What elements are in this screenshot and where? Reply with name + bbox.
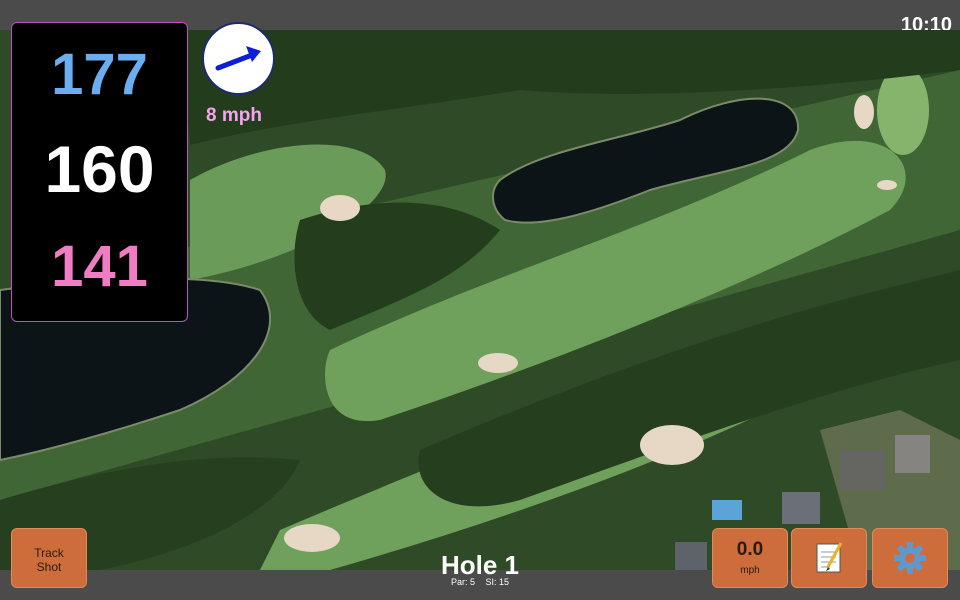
yardage-panel: 177 160 141 [11,22,188,322]
track-shot-label-line2: Shot [36,560,62,574]
speed-unit: mph [740,565,760,576]
front-yardage: 141 [51,234,148,299]
notes-button[interactable] [791,528,867,588]
par-label: Par: 5 [450,577,475,587]
notepad-icon [816,542,843,573]
speed-button[interactable]: 0.0 mph [712,528,788,588]
hole-info: Par: 5 SI: 15 [380,577,580,587]
track-shot-button[interactable]: Track Shot [11,528,87,588]
wind-direction-arrow-icon [215,46,261,71]
wind-speed: 8 mph [206,105,262,126]
gear-icon [894,542,926,574]
speed-value: 0.0 [736,539,764,560]
back-yardage: 177 [51,42,148,107]
center-yardage: 160 [44,132,155,206]
stroke-index-label: SI: 15 [485,577,510,587]
track-shot-label-line1: Track [34,546,64,560]
settings-button[interactable] [872,528,948,588]
wind-indicator [202,22,275,95]
